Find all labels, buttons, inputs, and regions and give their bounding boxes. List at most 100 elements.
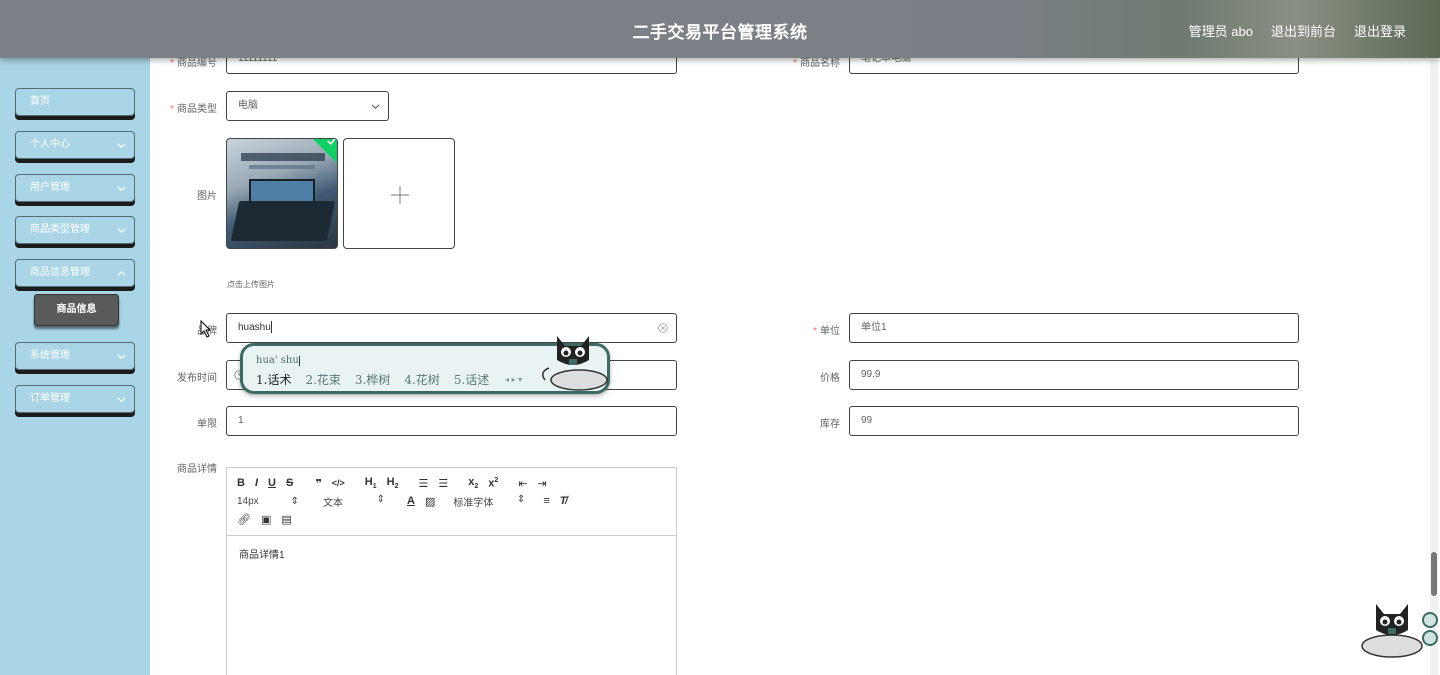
code-block-icon[interactable]: </> <box>332 478 345 488</box>
limit-input-value: 1 <box>238 415 244 426</box>
page-scrollbar[interactable] <box>1430 60 1438 675</box>
ime-candidate[interactable]: 3.桦树 <box>355 371 390 388</box>
video-icon[interactable]: ▤ <box>281 513 291 526</box>
limit-input[interactable]: 1 <box>226 406 677 436</box>
ime-candidate[interactable]: 4.花树 <box>404 371 439 388</box>
thumb-banner <box>241 153 325 161</box>
stock-input-value: 99 <box>861 415 873 426</box>
stock-label: 库存 <box>820 419 840 430</box>
chevron-down-icon <box>117 354 126 360</box>
scrollbar-thumb[interactable] <box>1431 552 1437 596</box>
rich-text-editor: B I U S ❞ </> H1 H2 ☰ ☰ x2 x2 ⇤ ⇥ 14px ⇕ … <box>226 467 677 675</box>
ordered-list-icon[interactable]: ☰ <box>419 477 429 490</box>
sidebar-item-personal-center[interactable]: 个人中心 <box>15 131 135 159</box>
ime-candidate[interactable]: 2.花束 <box>305 371 340 388</box>
publish-time-label: 发布时间 <box>177 373 217 384</box>
link-icon[interactable]: 🔗︎ <box>237 513 251 526</box>
underline-icon[interactable]: U <box>268 477 276 489</box>
sidebar-item-type-mgmt[interactable]: 商品类型管理 <box>15 216 135 244</box>
background-color-icon[interactable]: ▨ <box>425 495 435 508</box>
sidebar-item-label: 商品信息管理 <box>30 267 90 278</box>
chevron-up-icon <box>117 270 126 276</box>
italic-icon[interactable]: I <box>255 477 258 489</box>
align-icon[interactable]: ≡ <box>543 495 549 507</box>
heading2-icon[interactable]: H2 <box>387 476 399 490</box>
chevron-down-icon <box>371 104 380 110</box>
sidebar-item-product-mgmt[interactable]: 商品信息管理 <box>15 259 135 287</box>
uploaded-image-thumbnail[interactable] <box>226 138 338 249</box>
sidebar-item-order-mgmt[interactable]: 订单管理 <box>15 385 135 413</box>
type-select[interactable]: 电脑 <box>226 91 389 121</box>
select-arrows-icon: ⇕ <box>376 493 385 505</box>
ime-candidates: 1.话术 2.花束 3.桦树 4.花树 5.话述 <box>256 371 489 388</box>
font-size-select[interactable]: 14px ⇕ <box>237 496 299 507</box>
thumb-laptop-base <box>230 201 336 241</box>
logout-link[interactable]: 退出登录 <box>1354 21 1406 40</box>
upload-add-button[interactable] <box>343 138 455 249</box>
sidebar: 首页 个人中心 用户管理 商品类型管理 商品信息管理 商品信息 系统管理 订单管… <box>0 58 150 675</box>
select-arrows-icon: ⇕ <box>516 493 526 505</box>
chevron-down-icon <box>117 186 126 192</box>
block-type-value: 文本 <box>323 497 343 509</box>
bullet-list-icon[interactable]: ☰ <box>438 477 448 490</box>
font-color-icon[interactable]: A <box>407 495 415 507</box>
cat-mascot-icon <box>1361 604 1438 658</box>
price-label: 价格 <box>820 373 840 384</box>
blockquote-icon[interactable]: ❞ <box>315 477 321 490</box>
price-input[interactable]: 99.9 <box>849 360 1299 390</box>
unit-input-value: 单位1 <box>861 322 887 333</box>
strikethrough-icon[interactable]: S <box>286 477 293 489</box>
sidebar-item-system-mgmt[interactable]: 系统管理 <box>15 342 135 370</box>
chevron-down-icon <box>117 228 126 234</box>
sidebar-item-label: 订单管理 <box>30 393 70 404</box>
type-label: * 商品类型 <box>170 104 217 115</box>
image-icon[interactable]: ▣ <box>261 513 271 526</box>
clear-format-icon[interactable]: T̸ <box>560 495 567 507</box>
sidebar-item-label: 用户管理 <box>30 182 70 193</box>
chevron-down-icon <box>117 143 126 149</box>
unit-label: * 单位 <box>813 326 840 337</box>
indent-icon[interactable]: ⇥ <box>538 477 547 490</box>
sidebar-item-label: 商品类型管理 <box>30 224 90 235</box>
bold-icon[interactable]: B <box>237 477 245 489</box>
text-caret <box>270 321 272 334</box>
sidebar-subitem-product-info[interactable]: 商品信息 <box>34 294 119 326</box>
mouse-cursor-icon <box>200 320 212 338</box>
ime-candidate-popup: hua' shu 1.话术 2.花束 3.桦树 4.花树 5.话述 ◂ ▸ ▾ <box>240 336 610 394</box>
sidebar-item-home[interactable]: 首页 <box>15 88 135 116</box>
outdent-icon[interactable]: ⇤ <box>518 477 527 490</box>
superscript-icon[interactable]: x2 <box>488 477 498 490</box>
select-arrows-icon: ⇕ <box>290 495 299 507</box>
plus-icon <box>391 186 409 204</box>
editor-content[interactable]: 商品详情1 <box>227 536 676 571</box>
ime-pinyin: hua' shu <box>256 355 300 366</box>
header-links: 管理员 abo 退出到前台 退出登录 <box>1189 21 1406 40</box>
sidebar-item-label: 个人中心 <box>30 139 70 150</box>
image-label: 图片 <box>197 191 217 202</box>
sidebar-item-user-mgmt[interactable]: 用户管理 <box>15 174 135 202</box>
cat-mascot-icon <box>542 336 608 391</box>
top-header: 二手交易平台管理系统 管理员 abo 退出到前台 退出登录 <box>0 0 1440 58</box>
font-family-value: 标准字体 <box>453 497 494 509</box>
price-input-value: 99.9 <box>861 369 881 380</box>
stock-input[interactable]: 99 <box>849 406 1299 436</box>
clear-icon[interactable] <box>658 323 668 333</box>
heading1-icon[interactable]: H1 <box>365 476 377 490</box>
block-type-select[interactable]: 文本 ⇕ <box>323 494 385 509</box>
ime-candidate[interactable]: 5.话述 <box>454 371 489 388</box>
ime-candidate[interactable]: 1.话术 <box>256 371 291 388</box>
front-link[interactable]: 退出到前台 <box>1271 21 1336 40</box>
thumb-banner-sub <box>249 165 315 169</box>
check-icon <box>327 139 337 145</box>
upload-hint: 点击上传图片 <box>227 280 275 289</box>
detail-label: 商品详情 <box>177 464 217 475</box>
font-size-value: 14px <box>237 495 259 507</box>
brand-input-value: huashu <box>238 322 271 333</box>
ime-page-arrows-icon[interactable]: ◂ ▸ ▾ <box>505 375 522 384</box>
editor-toolbar: B I U S ❞ </> H1 H2 ☰ ☰ x2 x2 ⇤ ⇥ 14px ⇕ … <box>227 468 676 536</box>
font-family-select[interactable]: 标准字体 ⇕ <box>453 494 525 509</box>
chevron-down-icon <box>117 397 126 403</box>
admin-label: 管理员 abo <box>1188 24 1253 39</box>
subscript-icon[interactable]: x2 <box>468 476 478 490</box>
unit-input[interactable]: 单位1 <box>849 313 1299 343</box>
